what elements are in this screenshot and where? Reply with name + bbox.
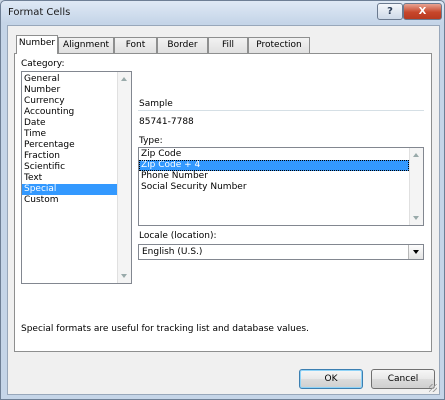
list-item[interactable]: Text	[22, 173, 131, 184]
sample-value: 85741-7788	[139, 117, 194, 127]
title-bar[interactable]: Format Cells ? X	[1, 1, 444, 25]
type-label: Type:	[139, 136, 163, 146]
locale-select[interactable]: English (U.S.)	[138, 244, 424, 260]
scroll-down-icon[interactable]	[121, 274, 127, 278]
number-tab-panel: Category: General Number Currency Accoun…	[14, 53, 432, 352]
list-item[interactable]: Custom	[22, 195, 131, 206]
dropdown-button[interactable]	[408, 245, 423, 259]
list-item[interactable]: Phone Number	[139, 171, 423, 182]
format-cells-dialog: Format Cells ? X Number Alignment Font B…	[0, 0, 445, 400]
category-list[interactable]: General Number Currency Accounting Date …	[21, 71, 132, 284]
list-item[interactable]: Percentage	[22, 140, 131, 151]
sample-divider	[138, 110, 424, 111]
locale-value: English (U.S.)	[142, 247, 203, 257]
cancel-button[interactable]: Cancel	[371, 369, 435, 389]
tab-number[interactable]: Number	[16, 35, 58, 54]
locale-label: Locale (location):	[139, 231, 217, 241]
list-item[interactable]: Time	[22, 129, 131, 140]
chevron-down-icon	[413, 250, 419, 254]
list-item-selected[interactable]: Special	[22, 184, 117, 195]
dialog-body: Number Alignment Font Border Fill Protec…	[7, 25, 440, 395]
scroll-up-icon[interactable]	[413, 153, 419, 157]
list-item[interactable]: Accounting	[22, 107, 131, 118]
type-items: Zip Code Zip Code + 4 Phone Number Socia…	[139, 148, 423, 193]
list-item-selected[interactable]: Zip Code + 4	[139, 160, 409, 171]
list-item[interactable]: Number	[22, 85, 131, 96]
close-icon: X	[418, 6, 427, 17]
window-title: Format Cells	[8, 7, 71, 18]
ok-button[interactable]: OK	[299, 369, 363, 389]
format-description: Special formats are useful for tracking …	[21, 324, 309, 334]
scroll-down-icon[interactable]	[413, 216, 419, 220]
type-list[interactable]: Zip Code Zip Code + 4 Phone Number Socia…	[138, 147, 424, 226]
tab-font[interactable]: Font	[114, 37, 157, 53]
list-item[interactable]: Zip Code	[139, 149, 409, 160]
close-button[interactable]: X	[403, 3, 442, 20]
type-scrollbar[interactable]	[409, 148, 423, 225]
resize-grip[interactable]	[429, 384, 437, 392]
list-item[interactable]: Currency	[22, 96, 131, 107]
list-item[interactable]: Date	[22, 118, 131, 129]
scroll-up-icon[interactable]	[121, 77, 127, 81]
help-button[interactable]: ?	[377, 3, 403, 20]
list-item[interactable]: Social Security Number	[139, 182, 423, 193]
list-item[interactable]: General	[22, 74, 131, 85]
tab-fill[interactable]: Fill	[208, 37, 248, 53]
category-scrollbar[interactable]	[117, 72, 131, 283]
list-item[interactable]: Fraction	[22, 151, 131, 162]
sample-label: Sample	[139, 99, 173, 109]
tab-protection[interactable]: Protection	[248, 37, 310, 53]
category-items: General Number Currency Accounting Date …	[22, 72, 131, 206]
tab-border[interactable]: Border	[157, 37, 208, 53]
list-item[interactable]: Scientific	[22, 162, 131, 173]
category-label: Category:	[21, 59, 65, 69]
tab-alignment[interactable]: Alignment	[58, 37, 114, 53]
